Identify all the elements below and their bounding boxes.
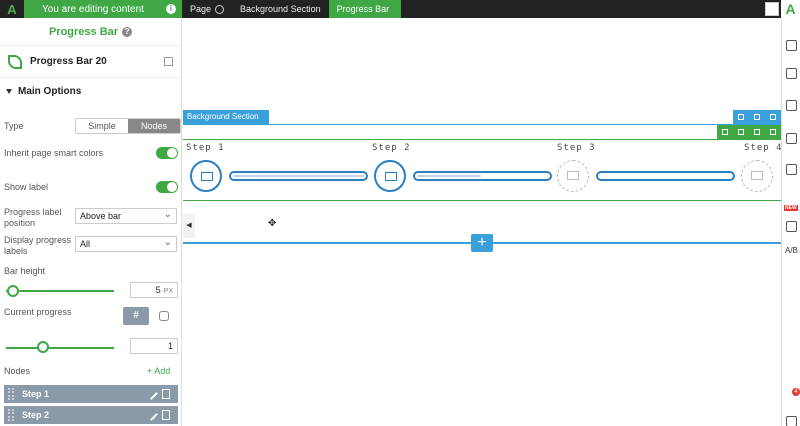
current-progress-slider-handle[interactable] xyxy=(37,341,49,353)
inherit-colors-row: Inherit page smart colors xyxy=(4,147,178,159)
app-logo[interactable]: A xyxy=(0,0,24,18)
step-node-3 xyxy=(557,160,589,192)
help-icon[interactable]: ? xyxy=(122,27,133,37)
progress-bar-element[interactable] xyxy=(183,139,781,201)
type-segmented-control: Simple Nodes xyxy=(75,118,181,134)
cloud-icon[interactable] xyxy=(786,133,797,144)
bar-height-input[interactable]: 5 PX xyxy=(130,282,178,298)
move-icon[interactable] xyxy=(738,114,744,120)
inbox-icon[interactable] xyxy=(786,416,797,426)
mail-icon xyxy=(567,171,579,180)
breadcrumb: Page Background Section Progress Bar xyxy=(182,0,402,18)
add-icon[interactable] xyxy=(786,40,797,51)
background-section-label[interactable]: Background Section xyxy=(183,110,269,124)
pencil-icon[interactable] xyxy=(145,408,158,421)
new-badge: NEW xyxy=(784,205,798,211)
breadcrumb-progress-bar[interactable]: Progress Bar xyxy=(328,0,402,18)
editing-banner-text: You are editing content xyxy=(42,3,144,15)
background-section-outline xyxy=(183,124,781,125)
window-toggle-icon[interactable] xyxy=(765,2,779,16)
brush-icon[interactable] xyxy=(786,68,797,79)
node-item-step-2[interactable]: Step 2 xyxy=(4,406,178,424)
trash-icon[interactable] xyxy=(162,389,170,399)
progress-segment-2 xyxy=(413,171,552,181)
leaf-icon xyxy=(8,54,22,69)
gear-icon[interactable] xyxy=(215,4,225,14)
save-icon[interactable] xyxy=(738,129,744,135)
step-node-4 xyxy=(741,160,773,192)
settings-gear-icon[interactable] xyxy=(786,164,797,175)
mail-check-icon xyxy=(385,172,397,181)
bar-height-label: Bar height xyxy=(4,266,46,276)
label-position-label: Progress label position xyxy=(4,207,62,228)
pencil-icon[interactable] xyxy=(145,387,158,400)
notification-badge: 4 xyxy=(792,388,800,396)
thrive-logo-icon[interactable]: A xyxy=(781,0,800,18)
inherit-colors-toggle[interactable] xyxy=(156,147,178,159)
database-icon[interactable] xyxy=(159,311,169,321)
info-icon[interactable]: i xyxy=(166,4,176,14)
type-option-simple[interactable]: Simple xyxy=(76,119,128,133)
number-mode-button[interactable]: # xyxy=(123,307,149,325)
caret-down-icon xyxy=(6,88,12,94)
node-item-step-1[interactable]: Step 1 xyxy=(4,385,178,403)
monitor-icon xyxy=(201,172,213,181)
current-progress-slider[interactable] xyxy=(6,347,114,349)
display-labels-select[interactable]: All xyxy=(75,235,177,252)
drag-handle-icon[interactable] xyxy=(8,388,14,400)
mail-icon xyxy=(751,171,763,180)
add-node-button[interactable]: + Add xyxy=(147,366,170,376)
type-row: Type Simple Nodes xyxy=(4,118,181,134)
step-label-2: Step 2 xyxy=(372,143,411,153)
editing-banner: You are editing content i xyxy=(24,0,182,18)
current-progress-input[interactable]: 1 xyxy=(130,338,178,354)
step-label-4: Step 4 xyxy=(744,143,783,153)
duplicate-icon[interactable] xyxy=(754,129,760,135)
background-section-toolbar xyxy=(733,110,781,124)
move-icon[interactable] xyxy=(722,129,728,135)
label-position-select[interactable]: Above bar xyxy=(75,207,177,224)
step-node-1 xyxy=(190,160,222,192)
add-element-button[interactable]: + xyxy=(471,234,493,252)
step-label-1: Step 1 xyxy=(186,143,225,153)
element-name: Progress Bar 20 xyxy=(30,56,107,67)
bar-height-slider[interactable] xyxy=(6,290,114,292)
right-sidebar: NEW A/B xyxy=(781,18,800,426)
trash-icon[interactable] xyxy=(162,410,170,420)
ab-test-icon[interactable]: A/B xyxy=(785,246,798,255)
progress-segment-3 xyxy=(596,171,735,181)
element-name-row: Progress Bar 20 xyxy=(0,46,181,78)
current-progress-label: Current progress xyxy=(4,307,72,317)
move-cursor-icon: ✥ xyxy=(268,218,277,229)
progress-bar-toolbar xyxy=(717,125,781,139)
progress-segment-fill xyxy=(417,175,481,177)
display-labels-label: Display progress labels xyxy=(4,235,72,256)
step-node-2 xyxy=(374,160,406,192)
more-icon[interactable] xyxy=(770,129,776,135)
external-link-icon[interactable] xyxy=(164,57,173,66)
layers-icon[interactable] xyxy=(786,100,797,111)
type-option-nodes[interactable]: Nodes xyxy=(128,119,180,133)
step-label-3: Step 3 xyxy=(557,143,596,153)
bar-height-slider-handle[interactable] xyxy=(7,285,19,297)
show-label-row: Show label xyxy=(4,181,178,193)
main-options-header[interactable]: Main Options xyxy=(0,78,181,104)
progress-segment-1 xyxy=(229,171,368,181)
progress-segment-fill xyxy=(233,175,364,177)
wordpress-icon[interactable] xyxy=(786,221,797,232)
duplicate-icon[interactable] xyxy=(754,114,760,120)
drag-handle-icon[interactable] xyxy=(8,409,14,421)
delete-icon[interactable] xyxy=(770,114,776,120)
show-label-toggle[interactable] xyxy=(156,181,178,193)
breadcrumb-background-section[interactable]: Background Section xyxy=(232,0,329,18)
breadcrumb-page[interactable]: Page xyxy=(182,0,232,18)
collapse-panel-button[interactable]: ◀ xyxy=(183,214,195,238)
panel-title: Progress Bar? xyxy=(0,18,181,46)
